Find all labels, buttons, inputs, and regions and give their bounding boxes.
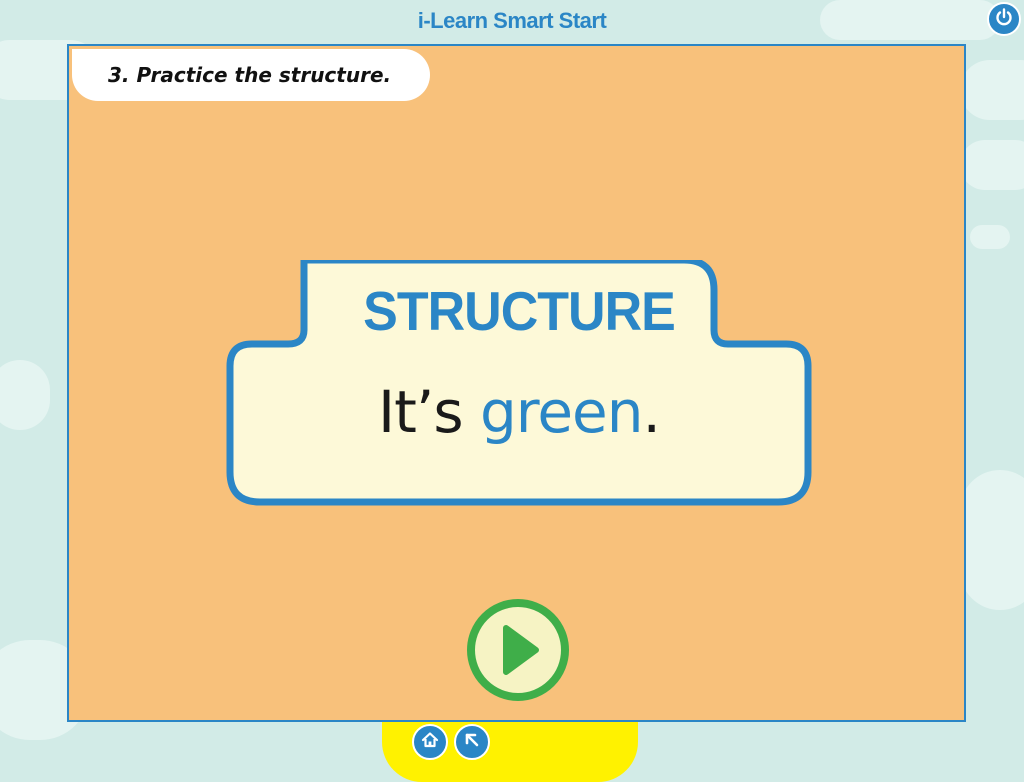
play-button[interactable]: [466, 598, 570, 702]
structure-sentence: It’s green.: [224, 378, 814, 446]
power-button[interactable]: [987, 2, 1021, 36]
background-cloud: [960, 140, 1024, 190]
sentence-highlight: green: [479, 378, 644, 446]
app-title: i-Learn Smart Start: [417, 8, 607, 33]
instruction-label: 3. Practice the structure.: [72, 49, 430, 101]
background-cloud: [960, 60, 1024, 120]
sentence-prefix: It’s: [378, 378, 480, 446]
background-cloud: [0, 360, 50, 430]
card-heading: STRUCTURE: [363, 281, 676, 343]
home-button[interactable]: [412, 724, 448, 760]
structure-card: STRUCTURE It’s green.: [224, 260, 814, 510]
background-cloud: [970, 225, 1010, 249]
back-arrow-icon: [462, 730, 482, 754]
background-cloud: [960, 470, 1024, 610]
sentence-suffix: .: [642, 378, 661, 446]
play-icon: [467, 599, 569, 701]
home-icon: [420, 730, 440, 754]
back-button[interactable]: [454, 724, 490, 760]
lesson-panel: 3. Practice the structure. STRUCTURE It’…: [67, 44, 966, 722]
power-icon: [994, 7, 1014, 31]
